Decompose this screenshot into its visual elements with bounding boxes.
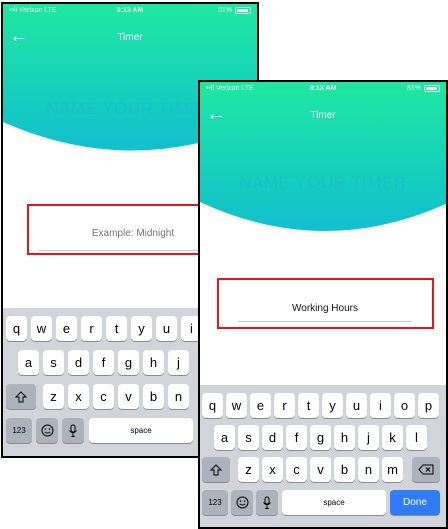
battery-indicator: 81% [407, 85, 440, 92]
emoji-key[interactable] [36, 418, 58, 443]
key-m[interactable]: m [382, 457, 403, 482]
dictation-key[interactable] [256, 490, 278, 515]
key-y[interactable]: y [131, 316, 152, 341]
key-y[interactable]: y [322, 393, 343, 418]
dictation-key[interactable] [62, 418, 84, 443]
key-e[interactable]: e [56, 316, 77, 341]
key-j[interactable]: j [358, 425, 379, 450]
emoji-icon [41, 424, 53, 437]
key-o[interactable]: o [394, 393, 415, 418]
key-k[interactable]: k [382, 425, 403, 450]
key-r[interactable]: r [274, 393, 295, 418]
key-p[interactable]: p [418, 393, 439, 418]
key-n[interactable]: n [168, 384, 189, 409]
key-f[interactable]: f [93, 350, 114, 375]
key-v[interactable]: v [118, 384, 139, 409]
key-v[interactable]: v [310, 457, 331, 482]
emoji-icon [236, 496, 248, 509]
front-phone-screen: ••ll Verizon LTE 9:13 AM 81% ← Timer NAM… [198, 80, 448, 529]
key-r[interactable]: r [81, 316, 102, 341]
key-t[interactable]: t [106, 316, 127, 341]
backspace-icon [418, 464, 434, 475]
emoji-key[interactable] [231, 490, 253, 515]
input-underline [238, 321, 412, 322]
key-h[interactable]: h [143, 350, 164, 375]
numbers-key[interactable]: 123 [202, 490, 228, 515]
key-t[interactable]: t [298, 393, 319, 418]
shift-arrow-icon [15, 390, 27, 402]
key-z[interactable]: z [43, 384, 64, 409]
key-c[interactable]: c [286, 457, 307, 482]
key-w[interactable]: w [226, 393, 247, 418]
key-g[interactable]: g [118, 350, 139, 375]
key-q[interactable]: q [6, 316, 27, 341]
done-key[interactable]: Done [390, 490, 440, 515]
key-i[interactable]: i [370, 393, 391, 418]
nav-title: Timer [310, 110, 336, 121]
key-z[interactable]: z [238, 457, 259, 482]
battery-percent: 81% [406, 85, 421, 92]
key-q[interactable]: q [202, 393, 223, 418]
key-u[interactable]: u [346, 393, 367, 418]
key-w[interactable]: w [31, 316, 52, 341]
key-n[interactable]: n [358, 457, 379, 482]
key-g[interactable]: g [310, 425, 331, 450]
key-d[interactable]: d [262, 425, 283, 450]
numbers-key[interactable]: 123 [6, 418, 32, 443]
key-a[interactable]: a [18, 350, 39, 375]
microphone-icon [263, 496, 271, 509]
key-h[interactable]: h [334, 425, 355, 450]
shift-key[interactable] [202, 457, 230, 482]
key-x[interactable]: x [68, 384, 89, 409]
key-u[interactable]: u [156, 316, 177, 341]
key-x[interactable]: x [262, 457, 283, 482]
status-bar: ••ll Verizon LTE 9:13 AM 81% [3, 7, 257, 19]
shift-arrow-icon [210, 463, 222, 475]
key-s[interactable]: s [43, 350, 64, 375]
key-b[interactable]: b [143, 384, 164, 409]
header-gradient: ••ll Verizon LTE 9:13 AM 81% ← Timer [200, 82, 446, 242]
key-c[interactable]: c [93, 384, 114, 409]
key-b[interactable]: b [334, 457, 355, 482]
battery-indicator: 81% [218, 7, 251, 14]
microphone-icon [69, 424, 77, 437]
keyboard: q w e r t y u i o p a s d f g h j k l z … [200, 385, 446, 527]
key-d[interactable]: d [68, 350, 89, 375]
battery-percent: 81% [217, 7, 232, 14]
key-e[interactable]: e [250, 393, 271, 418]
key-a[interactable]: a [214, 425, 235, 450]
nav-title: Timer [117, 32, 143, 43]
backspace-key[interactable] [412, 457, 440, 482]
status-bar: ••ll Verizon LTE 9:13 AM 81% [200, 85, 446, 97]
battery-icon [424, 85, 440, 92]
key-s[interactable]: s [238, 425, 259, 450]
key-f[interactable]: f [286, 425, 307, 450]
key-l[interactable]: l [406, 425, 427, 450]
battery-icon [235, 7, 251, 14]
shift-key[interactable] [6, 384, 36, 409]
space-key[interactable]: space [282, 490, 386, 515]
header-background [200, 82, 446, 231]
headline: NAME YOUR TIMER [239, 173, 407, 192]
space-key[interactable]: space [89, 418, 193, 443]
timer-name-input[interactable] [225, 301, 425, 315]
key-j[interactable]: j [168, 350, 189, 375]
